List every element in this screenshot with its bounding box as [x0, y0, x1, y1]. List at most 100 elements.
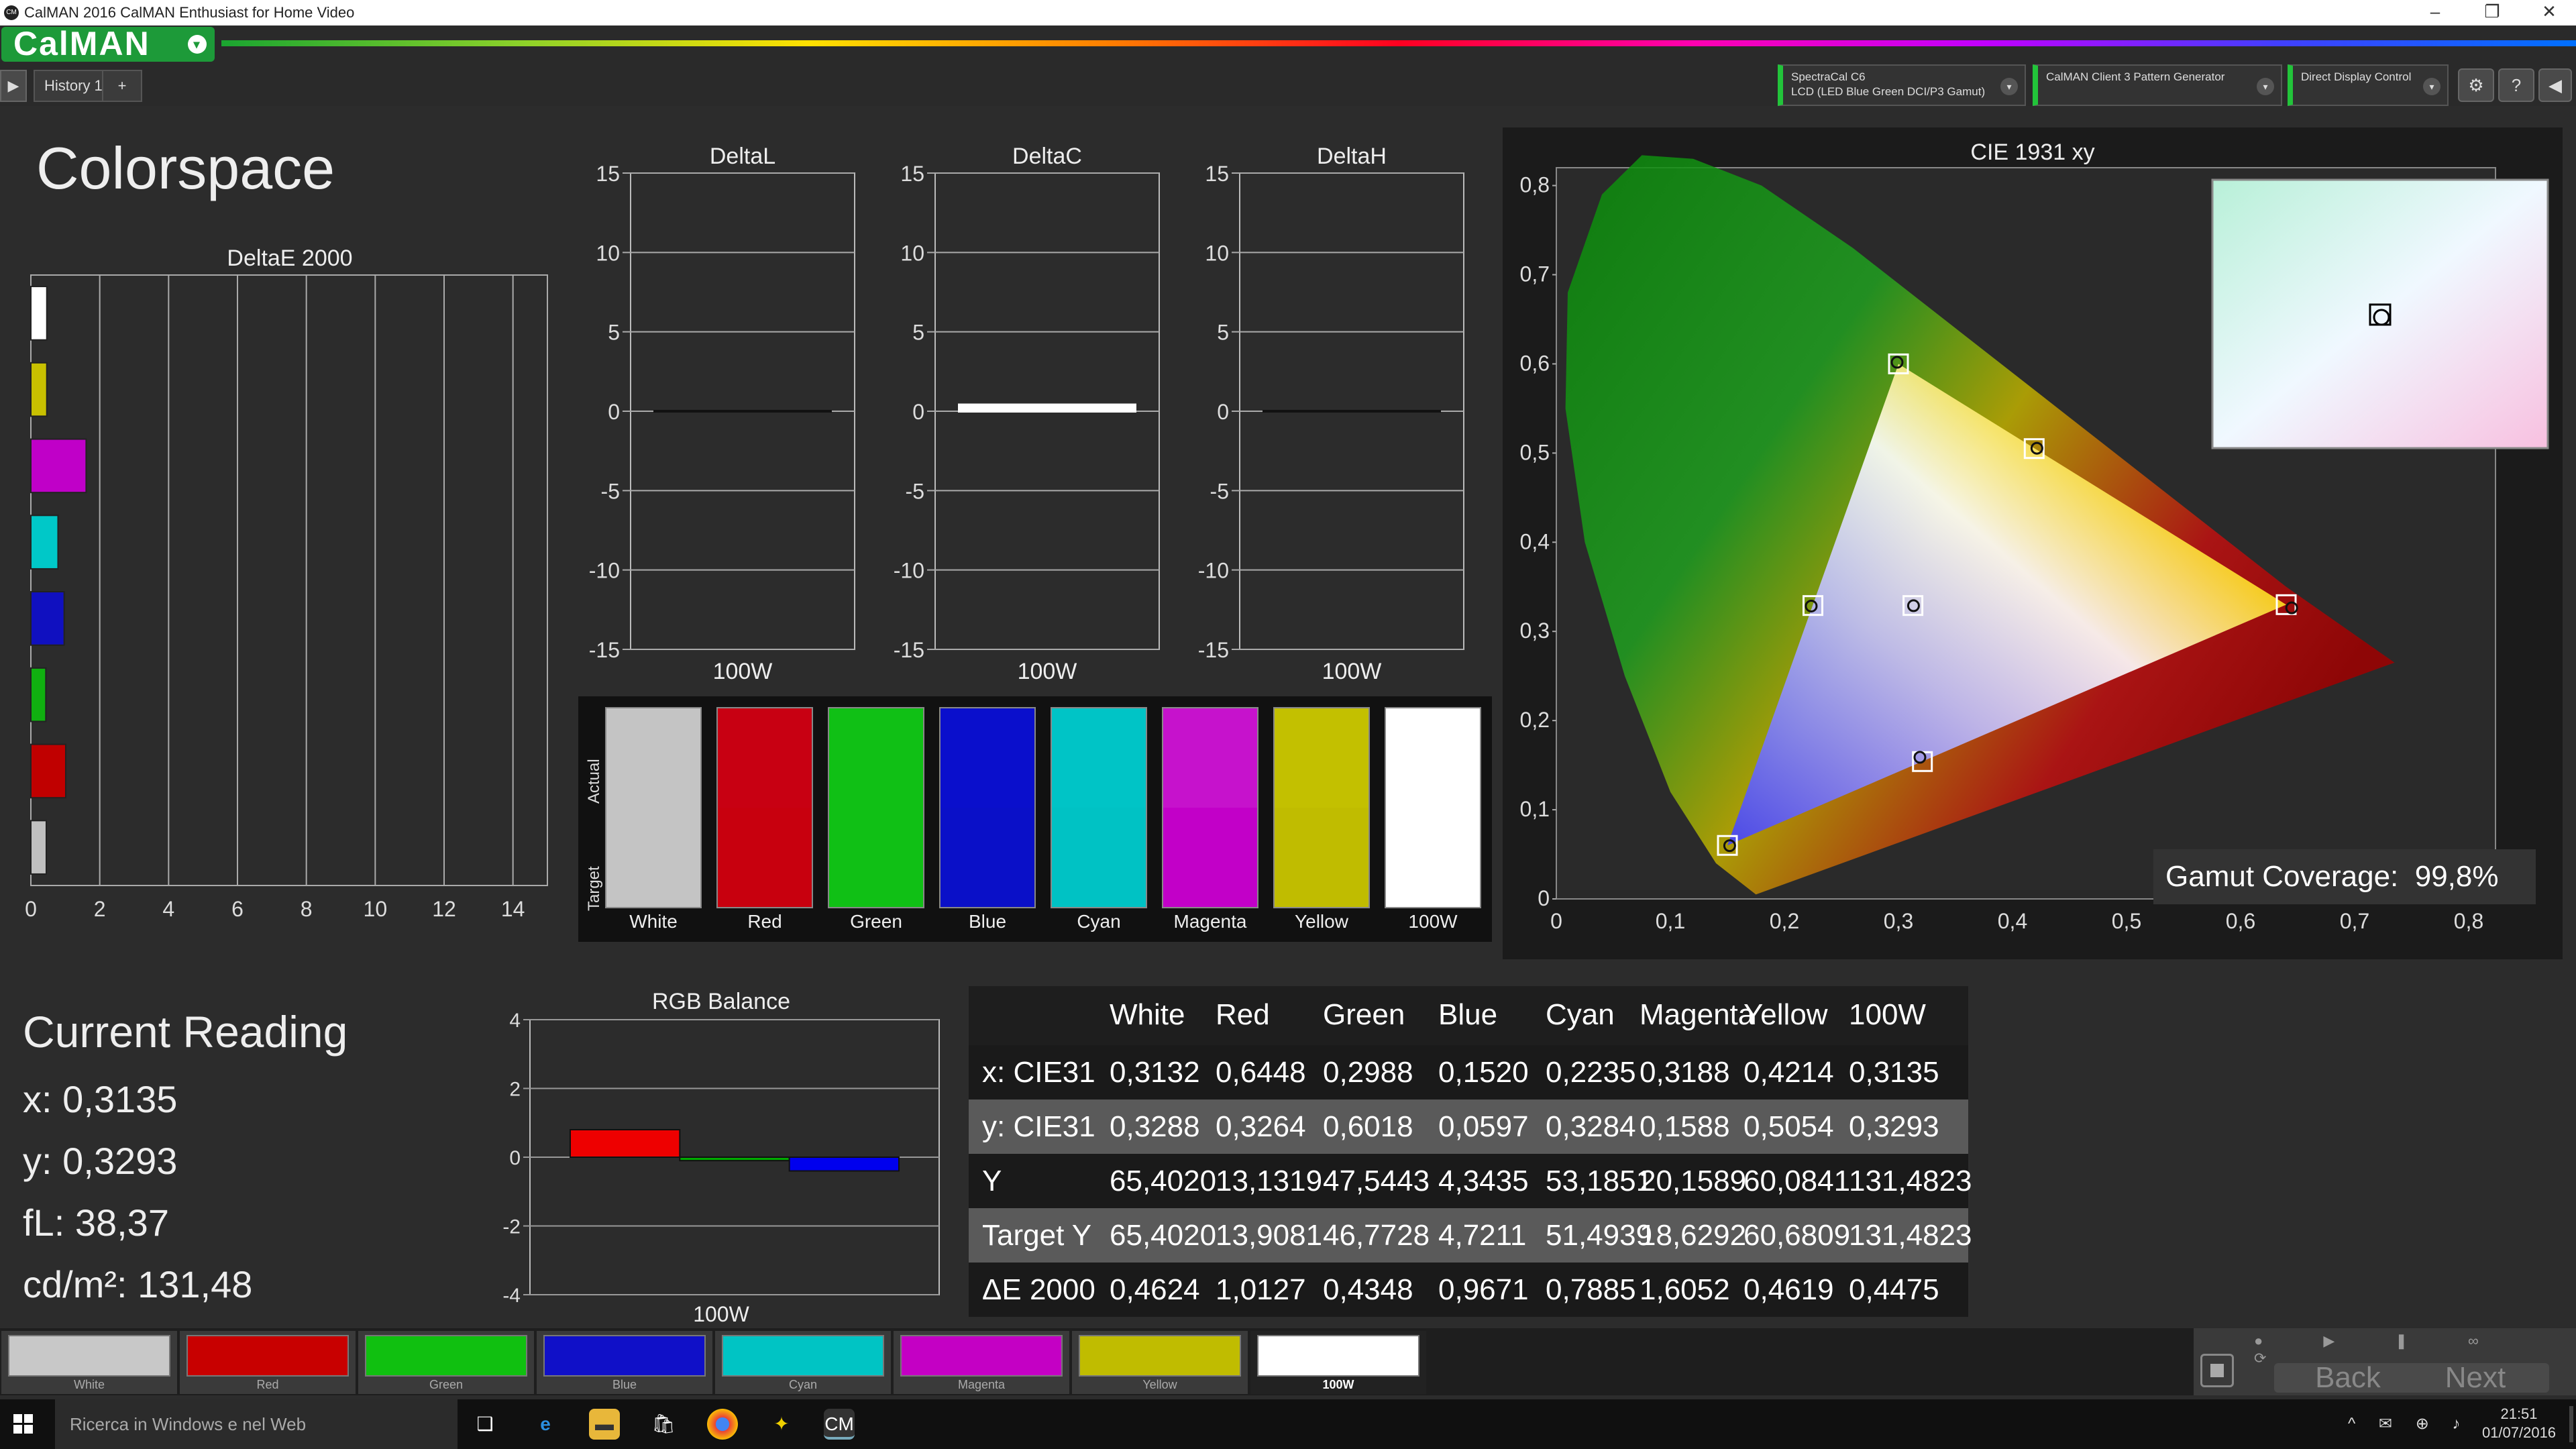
chevron-down-icon: ▾: [188, 35, 207, 54]
file-explorer-icon[interactable]: ▬: [589, 1409, 620, 1440]
chrome-icon[interactable]: [707, 1409, 738, 1440]
tab-history-1[interactable]: History 1: [34, 70, 113, 102]
delta-tick-label: -5: [906, 479, 924, 503]
table-cell: 47,5443: [1323, 1165, 1430, 1197]
swatch-target: [941, 808, 1034, 907]
calman-taskbar-icon[interactable]: CM: [824, 1409, 855, 1440]
help-icon[interactable]: ?: [2498, 68, 2534, 102]
delta-tick-label: 15: [1205, 162, 1229, 186]
swatch-actual: [1275, 708, 1368, 808]
patch-100w[interactable]: 100W: [1250, 1331, 1426, 1394]
patch-green[interactable]: Green: [358, 1331, 534, 1394]
patch-yellow[interactable]: Yellow: [1072, 1331, 1248, 1394]
patch-color: [365, 1335, 527, 1377]
table-cell: 0,3264: [1216, 1110, 1306, 1143]
pattern-generator-selector[interactable]: CalMAN Client 3 Pattern Generator ▾: [2033, 64, 2282, 106]
cie-chart: 0 0,1 0,2 0,3 0,4 0,5 0,6 0,7 0,8 0,8 0,7 0,6 0,5 0,4…: [1520, 155, 2549, 933]
swatch-actual: [829, 708, 923, 808]
table-cell: 18,6292: [1640, 1219, 1747, 1252]
table-cell: 0,6018: [1323, 1110, 1413, 1143]
table-cell: 4,7211: [1438, 1219, 1527, 1252]
swatch-cyan: [1051, 707, 1147, 908]
minimize-icon[interactable]: –: [2408, 0, 2462, 25]
meter-device-selector[interactable]: SpectraCal C6 LCD (LED Blue Green DCI/P3…: [1778, 64, 2026, 106]
table-cell: 1,6052: [1640, 1273, 1730, 1306]
gear-icon[interactable]: ⚙: [2458, 68, 2494, 102]
stop-icon[interactable]: [2200, 1354, 2234, 1387]
table-cell: 0,3132: [1110, 1056, 1200, 1089]
table-cell: 60,0841: [1743, 1165, 1851, 1197]
restore-icon[interactable]: ❐: [2465, 0, 2519, 25]
close-icon[interactable]: ✕: [2522, 0, 2576, 25]
window-title: CalMAN 2016 CalMAN Enthusiast for Home V…: [24, 4, 355, 21]
patch-magenta[interactable]: Magenta: [894, 1331, 1069, 1394]
cie-x-tick-label: 0,4: [1998, 909, 2027, 933]
patch-color: [900, 1335, 1063, 1377]
table-cell: 0,5054: [1743, 1110, 1834, 1143]
table-cell: 51,4939: [1546, 1219, 1653, 1252]
reading-fl: fL: 38,37: [23, 1201, 169, 1244]
clock[interactable]: 21:51 01/07/2016: [2469, 1405, 2569, 1442]
delta-tick-label: -5: [1210, 479, 1229, 503]
taskbar: Ricerca in Windows e nel Web ❑ e ▬ 🛍 ✦ C…: [0, 1399, 2576, 1449]
display-control-selector[interactable]: Direct Display Control ▾: [2288, 64, 2449, 106]
delta-lch-charts: DeltaL 15 10 5 0 -5 -10 -15 100W DeltaC 15 10 5 0 -5 -1…: [589, 144, 1464, 684]
gamut-coverage-value: 99,8%: [2414, 860, 2499, 893]
patch-red[interactable]: Red: [180, 1331, 356, 1394]
table-cell: 0,4619: [1743, 1273, 1834, 1306]
table-row: Target Y 65,4020 13,9081 46,7728 4,7211 51,49…: [969, 1208, 1972, 1263]
patch-color: [1079, 1335, 1241, 1377]
patch-blue[interactable]: Blue: [537, 1331, 712, 1394]
deltae-tick-label: 12: [432, 897, 456, 921]
task-view-icon[interactable]: ❑: [470, 1409, 500, 1440]
delta-x-label: 100W: [1018, 659, 1077, 684]
table-header-cell: Green: [1323, 998, 1405, 1031]
patch-white[interactable]: White: [1, 1331, 177, 1394]
windows-start-icon[interactable]: [13, 1414, 34, 1434]
table-cell: 0,4348: [1323, 1273, 1413, 1306]
swatch-target: [1052, 808, 1146, 907]
chevron-down-icon: ▾: [2257, 78, 2274, 95]
meter-profile: LCD (LED Blue Green DCI/P3 Gamut): [1791, 85, 1986, 98]
reading-cdm2: cd/m²: 131,48: [23, 1263, 253, 1305]
app-icon-yellow[interactable]: ✦: [766, 1409, 797, 1440]
swatch-red: [716, 707, 813, 908]
delta-tick-label: 5: [912, 321, 924, 345]
table-cell: 0,6448: [1216, 1056, 1306, 1089]
patch-label: 100W: [1322, 1378, 1354, 1391]
gamut-coverage-label: Gamut Coverage:: [2165, 860, 2399, 893]
table-cell: 0,4214: [1743, 1056, 1834, 1089]
swatch-actual: [718, 708, 812, 808]
deltae-tick-label: 14: [501, 897, 525, 921]
show-desktop-button[interactable]: [2569, 1406, 2573, 1442]
delta-chart-title: DeltaL: [710, 144, 775, 169]
playback-icons[interactable]: ● ▶ ❚ ∞ ⟳: [2254, 1332, 2549, 1366]
collapse-icon[interactable]: ◀: [2538, 68, 2572, 102]
delta-bar: [958, 403, 1136, 413]
store-icon[interactable]: 🛍: [648, 1409, 679, 1440]
table-cell: ΔE 2000: [982, 1273, 1095, 1306]
target-label: Target: [585, 866, 603, 911]
add-tab-button[interactable]: +: [102, 70, 142, 102]
patch-cyan[interactable]: Cyan: [715, 1331, 891, 1394]
back-button[interactable]: Back: [2274, 1363, 2422, 1393]
edge-icon[interactable]: e: [530, 1409, 561, 1440]
table-row: y: CIE31 0,3288 0,3264 0,6018 0,0597 0,3284 0,…: [969, 1099, 1968, 1154]
deltae-bar-blue: [30, 591, 65, 646]
swatch-label: White: [629, 911, 678, 932]
taskbar-search[interactable]: Ricerca in Windows e nel Web: [55, 1399, 458, 1449]
deltae-bar-cyan: [30, 515, 59, 570]
table-header: White Red Green Blue Cyan Magenta Yellow 100W: [969, 986, 1968, 1045]
swatch-label: Green: [850, 911, 902, 932]
rgb-tick-label: -4: [502, 1285, 521, 1307]
logo-text: CalMAN: [13, 25, 150, 62]
deltae-bar-green: [30, 667, 47, 722]
play-icon[interactable]: ▶: [0, 70, 27, 102]
table-cell: Y: [982, 1165, 1002, 1197]
next-button[interactable]: Next: [2402, 1363, 2549, 1393]
deltae-tick-label: 4: [162, 897, 174, 921]
table-cell: 0,3288: [1110, 1110, 1200, 1143]
calman-logo-button[interactable]: CalMAN ▾: [1, 27, 215, 62]
tray-icons[interactable]: ^ ✉ ⊕ ♪: [2348, 1414, 2469, 1434]
cie-y-tick-label: 0,3: [1520, 619, 1550, 643]
